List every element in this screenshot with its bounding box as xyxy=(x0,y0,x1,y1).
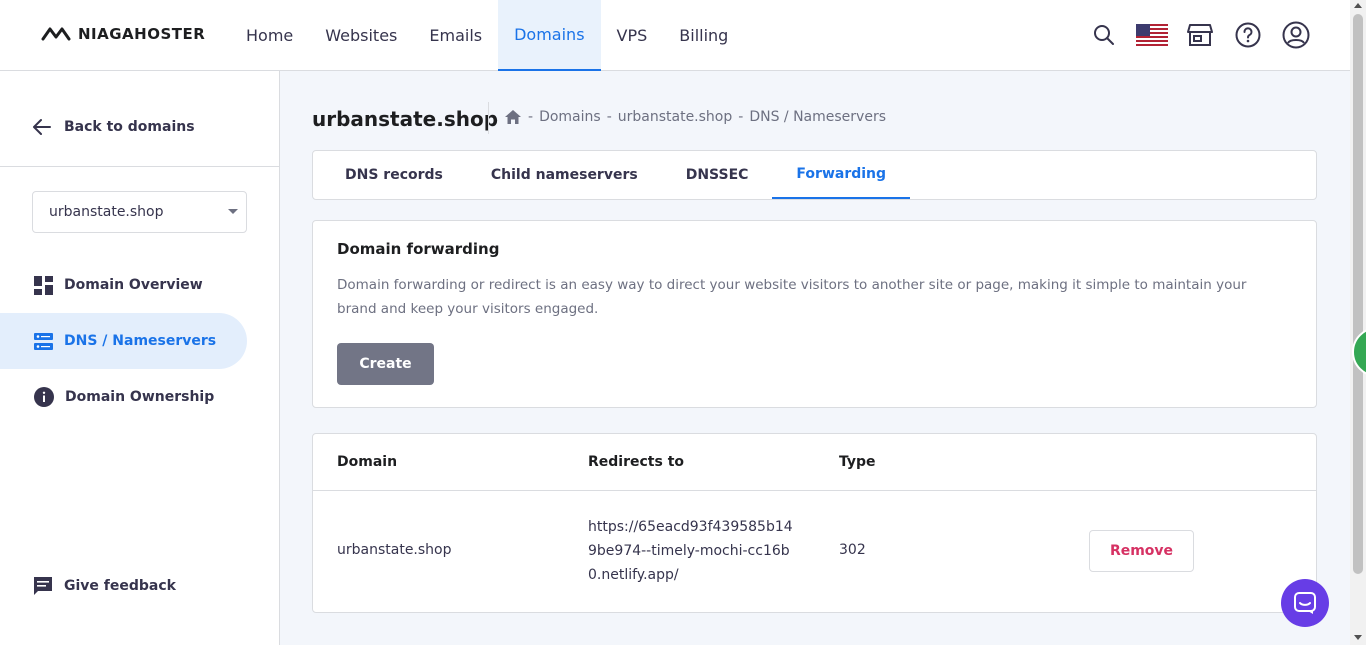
nav-home[interactable]: Home xyxy=(230,0,309,71)
breadcrumb-separator: - xyxy=(738,109,744,125)
nav-websites[interactable]: Websites xyxy=(309,0,413,71)
domain-forwarding-heading: Domain forwarding xyxy=(337,240,500,258)
breadcrumb: - Domains - urbanstate.shop - DNS / Name… xyxy=(504,109,886,125)
row-redirect-url: https://65eacd93f439585b149be974--timely… xyxy=(588,519,793,583)
sidebar: Back to domains urbanstate.shop Domain O… xyxy=(0,71,280,645)
top-icons xyxy=(1088,18,1312,52)
scroll-down-icon[interactable] xyxy=(1354,635,1362,640)
back-to-domains-link[interactable]: Back to domains xyxy=(32,118,195,136)
give-feedback-link[interactable]: Give feedback xyxy=(33,576,176,596)
sidebar-item-dns-nameservers[interactable]: DNS / Nameservers xyxy=(0,313,247,369)
sidebar-item-label: DNS / Nameservers xyxy=(64,333,217,349)
sidebar-item-domain-overview[interactable]: Domain Overview xyxy=(0,257,247,313)
forwarding-table: Domain Redirects to Type urbanstate.shop… xyxy=(312,433,1317,613)
back-to-domains-label: Back to domains xyxy=(64,119,195,135)
sidebar-item-domain-ownership[interactable]: Domain Ownership xyxy=(0,369,247,425)
row-type: 302 xyxy=(839,542,866,558)
caret-down-icon xyxy=(228,209,238,214)
domain-forwarding-card: Domain forwarding Domain forwarding or r… xyxy=(312,220,1317,408)
table-row: urbanstate.shop https://65eacd93f439585b… xyxy=(313,491,1316,613)
breadcrumb-current: DNS / Nameservers xyxy=(749,109,886,125)
scroll-up-icon[interactable] xyxy=(1354,3,1362,8)
domain-selector[interactable]: urbanstate.shop xyxy=(32,191,247,233)
dns-tabs: DNS records Child nameservers DNSSEC For… xyxy=(312,150,1317,200)
home-icon[interactable] xyxy=(504,109,522,125)
grid-icon xyxy=(34,275,53,295)
chat-button[interactable] xyxy=(1281,579,1329,627)
title-separator xyxy=(488,102,489,134)
main-nav: Home Websites Emails Domains VPS Billing xyxy=(230,0,744,71)
brand-name: NIAGAHOSTER xyxy=(78,25,206,43)
remove-button[interactable]: Remove xyxy=(1089,530,1194,572)
niagahoster-logo-icon xyxy=(41,27,71,41)
sidebar-divider xyxy=(0,166,279,167)
sidebar-item-label: Domain Ownership xyxy=(65,389,215,405)
breadcrumb-separator: - xyxy=(528,109,534,125)
tab-dns-records[interactable]: DNS records xyxy=(321,151,467,199)
floating-widget[interactable] xyxy=(1350,327,1366,377)
nav-emails[interactable]: Emails xyxy=(413,0,498,71)
nav-vps[interactable]: VPS xyxy=(601,0,664,71)
brand-logo[interactable]: NIAGAHOSTER xyxy=(40,25,205,43)
dns-icon xyxy=(34,332,53,350)
page-scrollbar[interactable] xyxy=(1350,0,1366,645)
sidebar-item-label: Domain Overview xyxy=(64,277,203,293)
column-header-redirects: Redirects to xyxy=(588,454,685,470)
page-title: urbanstate.shop xyxy=(312,107,499,131)
account-icon[interactable] xyxy=(1280,18,1312,52)
chat-icon xyxy=(1294,592,1316,614)
tab-child-nameservers[interactable]: Child nameservers xyxy=(467,151,662,199)
us-flag-icon[interactable] xyxy=(1136,18,1168,52)
info-icon xyxy=(34,387,54,407)
domain-selector-value: urbanstate.shop xyxy=(49,204,164,220)
nav-billing[interactable]: Billing xyxy=(663,0,744,71)
give-feedback-label: Give feedback xyxy=(64,578,176,594)
top-navbar: NIAGAHOSTER Home Websites Emails Domains… xyxy=(0,0,1350,71)
scrollbar-thumb[interactable] xyxy=(1353,14,1363,574)
column-header-type: Type xyxy=(839,454,876,470)
help-icon[interactable] xyxy=(1232,18,1264,52)
arrow-left-icon xyxy=(33,119,51,135)
nav-domains[interactable]: Domains xyxy=(498,0,601,71)
domain-forwarding-description: Domain forwarding or redirect is an easy… xyxy=(337,277,1247,317)
breadcrumb-domain[interactable]: urbanstate.shop xyxy=(618,109,733,125)
store-icon[interactable] xyxy=(1184,18,1216,52)
feedback-icon xyxy=(34,577,52,595)
tab-forwarding[interactable]: Forwarding xyxy=(772,151,911,199)
table-header: Domain Redirects to Type xyxy=(313,434,1316,491)
breadcrumb-separator: - xyxy=(606,109,612,125)
search-icon[interactable] xyxy=(1088,18,1120,52)
row-domain: urbanstate.shop xyxy=(337,542,452,558)
column-header-domain: Domain xyxy=(337,454,398,470)
tab-dnssec[interactable]: DNSSEC xyxy=(662,151,773,199)
breadcrumb-domains[interactable]: Domains xyxy=(539,109,601,125)
main-content: urbanstate.shop - Domains - urbanstate.s… xyxy=(280,71,1350,645)
create-button[interactable]: Create xyxy=(337,343,434,385)
